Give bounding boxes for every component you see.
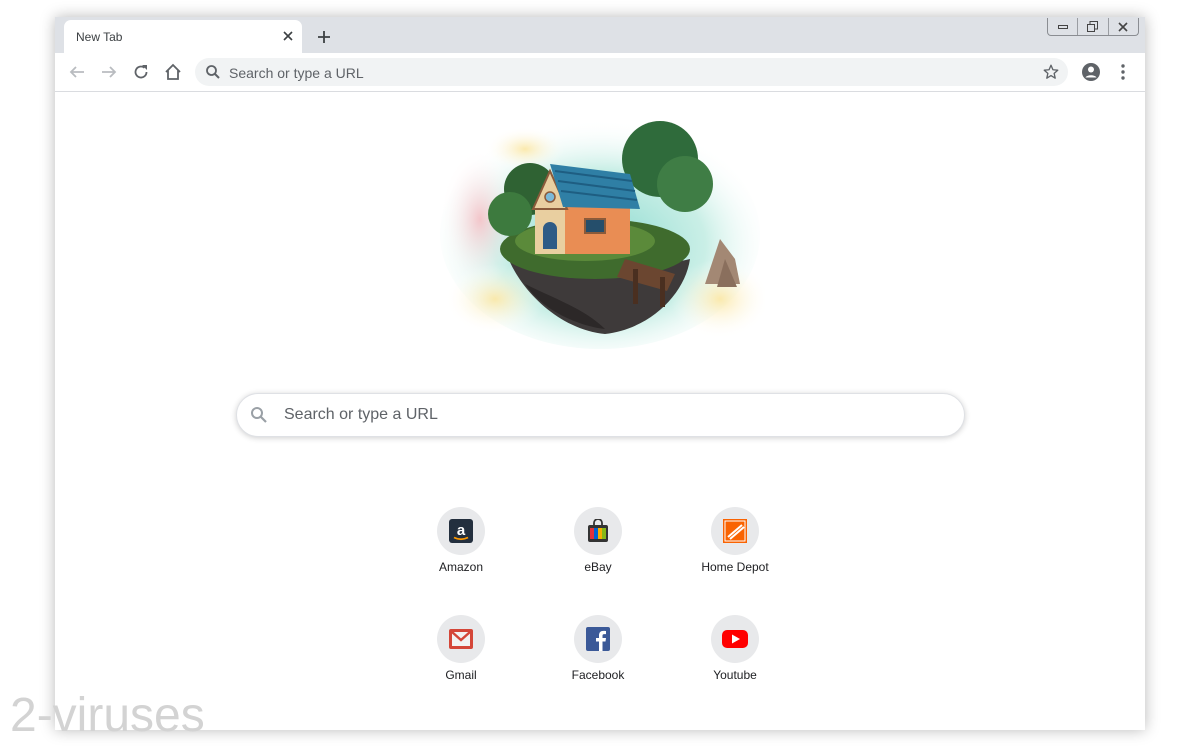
shortcut-facebook[interactable]: Facebook — [542, 615, 654, 695]
tab-title: New Tab — [76, 30, 123, 44]
shortcut-gmail[interactable]: Gmail — [405, 615, 517, 695]
shortcut-home-depot[interactable]: Home Depot — [679, 507, 791, 587]
minimize-icon[interactable] — [1048, 18, 1077, 35]
shortcut-label: Youtube — [713, 668, 757, 682]
watermark-text: 2-viruses — [10, 689, 205, 742]
home-depot-icon — [711, 507, 759, 555]
facebook-icon — [574, 615, 622, 663]
reload-icon[interactable] — [129, 60, 153, 84]
tab-new-tab[interactable]: New Tab — [64, 20, 302, 53]
close-window-icon[interactable] — [1107, 18, 1138, 35]
background-illustration — [435, 109, 770, 349]
star-icon[interactable] — [1042, 63, 1060, 81]
shortcut-amazon[interactable]: a Amazon — [405, 507, 517, 587]
close-tab-icon[interactable] — [280, 28, 296, 44]
shortcut-label: Facebook — [571, 668, 625, 682]
search-input[interactable]: Search or type a URL — [236, 393, 965, 437]
restore-icon[interactable] — [1077, 18, 1107, 35]
home-icon[interactable] — [161, 60, 185, 84]
shortcut-label: Home Depot — [701, 560, 769, 574]
shortcut-youtube[interactable]: Youtube — [679, 615, 791, 695]
omnibox[interactable]: Search or type a URL — [195, 58, 1068, 86]
amazon-icon: a — [437, 507, 485, 555]
shortcut-label: eBay — [584, 560, 612, 574]
search-placeholder: Search or type a URL — [284, 406, 438, 423]
search-icon — [250, 406, 268, 424]
search-icon — [205, 64, 221, 80]
youtube-icon — [711, 615, 759, 663]
window-controls — [1047, 18, 1139, 36]
shortcut-label: Amazon — [438, 560, 484, 574]
toolbar: Search or type a URL — [55, 53, 1145, 92]
gmail-icon — [437, 615, 485, 663]
browser-window: New Tab Search or type a URL Search or t… — [55, 17, 1145, 730]
tab-strip: New Tab — [55, 17, 1145, 53]
shortcut-ebay[interactable]: eBay — [542, 507, 654, 587]
ebay-icon — [574, 507, 622, 555]
new-tab-plus-icon[interactable] — [313, 26, 335, 48]
kebab-menu-icon[interactable] — [1111, 60, 1135, 84]
forward-arrow-icon[interactable] — [97, 60, 121, 84]
svg-text:a: a — [457, 522, 466, 539]
shortcut-label: Gmail — [445, 668, 477, 682]
back-arrow-icon[interactable] — [65, 60, 89, 84]
account-circle-icon[interactable] — [1079, 60, 1103, 84]
omnibox-placeholder: Search or type a URL — [229, 65, 364, 81]
